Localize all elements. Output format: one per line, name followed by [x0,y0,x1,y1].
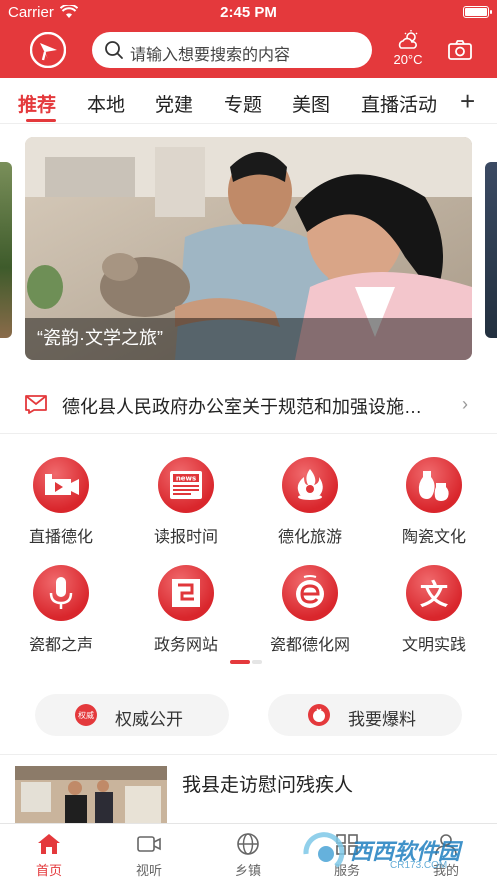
video-camera-icon [33,457,89,513]
grid-label: 文明实践 [401,637,466,654]
grid-item-ceramics[interactable]: 陶瓷文化 [379,457,489,547]
nav-label: 乡镇 [234,863,261,878]
carousel-prev-slide[interactable] [0,162,12,338]
banner-caption: “瓷韵·文学之旅” [37,328,163,348]
weather-widget[interactable]: 20°C [390,30,426,70]
vase-icon [406,457,462,513]
report-news-button[interactable]: 我要爆料 [268,694,462,736]
grid-label: 读报时间 [153,529,218,546]
web-e-icon [282,565,338,621]
video-icon [137,836,161,852]
notice-text: 德化县人民政府办公室关于规范和加强设施… [62,397,422,417]
grid-label: 德化旅游 [277,529,342,546]
watermark-logo: 西西软件园 CR173.COM [300,830,490,876]
grid-label: 直播德化 [28,529,93,546]
tomato-icon [308,704,330,726]
grid-item-live-dehua[interactable]: 直播德化 [6,457,116,547]
nav-towns[interactable]: 乡镇 [213,832,283,879]
wen-char-icon: 文 [406,565,462,621]
nav-label: 首页 [35,863,62,878]
app-header: Carrier 2:45 PM 请输入想要搜索的内容 20°C [0,0,497,78]
grid-item-civilization[interactable]: 文 文明实践 [379,565,489,655]
mail-icon [24,392,48,419]
grid-label: 瓷都之声 [28,637,93,654]
wen-char-glyph: 文 [420,578,448,611]
news-thumbnail[interactable] [15,766,167,826]
news-title[interactable]: 我县走访慰问残疾人 [182,770,353,797]
gov-site-icon [158,565,214,621]
pill-label: 我要爆料 [348,710,416,729]
banner-carousel[interactable]: “瓷韵·文学之旅” [25,137,472,360]
grid-item-tourism[interactable]: 德化旅游 [255,457,365,547]
battery-icon [463,6,492,18]
nav-label: 视听 [135,863,162,878]
search-placeholder: 请输入想要搜索的内容 [130,47,291,64]
grid-label: 政务网站 [153,637,218,654]
authority-icon: 权威 [75,704,97,726]
channel-tabs: 推荐 本地 党建 专题 美图 直播活动 + [0,78,497,124]
tab-party[interactable]: 党建 [155,90,193,117]
add-channel-icon[interactable]: + [460,86,475,117]
app-logo[interactable] [29,31,67,69]
notice-bar[interactable]: 德化县人民政府办公室关于规范和加强设施… › [0,384,497,424]
status-bar: Carrier 2:45 PM [0,0,497,26]
grid-item-voice[interactable]: 瓷都之声 [6,565,116,655]
grid-item-gov-site[interactable]: 政务网站 [131,565,241,655]
flame-icon [282,457,338,513]
weather-temp: 20°C [393,52,423,67]
pager-dot-active [230,660,250,664]
grid-label: 瓷都德化网 [269,637,350,654]
newspaper-icon-text: news [176,475,196,483]
microphone-icon [33,565,89,621]
active-tab-indicator [26,119,56,122]
grid-page-indicator [230,660,264,664]
status-time: 2:45 PM [220,4,277,21]
globe-icon [237,833,259,855]
watermark-subtext: CR173.COM [390,860,448,871]
carousel-next-slide[interactable] [485,162,497,338]
chevron-right-icon: › [462,394,468,414]
grid-item-read-paper[interactable]: news 读报时间 [131,457,241,547]
tab-live-events[interactable]: 直播活动 [361,90,437,117]
grid-item-dehua-web[interactable]: 瓷都德化网 [255,565,365,655]
nav-video[interactable]: 视听 [114,832,184,879]
newspaper-icon: news [158,457,214,513]
tab-photos[interactable]: 美图 [292,90,330,117]
search-icon [104,40,124,60]
divider [0,754,497,755]
pager-dot [252,660,262,664]
tab-special[interactable]: 专题 [224,90,262,117]
home-icon [38,834,60,854]
tab-recommend[interactable]: 推荐 [18,90,56,117]
authority-public-button[interactable]: 权威 权威公开 [35,694,229,736]
nav-home[interactable]: 首页 [14,832,84,879]
search-bar[interactable]: 请输入想要搜索的内容 [92,32,372,68]
grid-label: 陶瓷文化 [401,529,466,546]
pill-label: 权威公开 [115,710,183,729]
camera-icon[interactable] [448,40,472,65]
tab-local[interactable]: 本地 [87,90,125,117]
divider [0,433,497,434]
authority-icon-text: 权威 [78,711,94,720]
